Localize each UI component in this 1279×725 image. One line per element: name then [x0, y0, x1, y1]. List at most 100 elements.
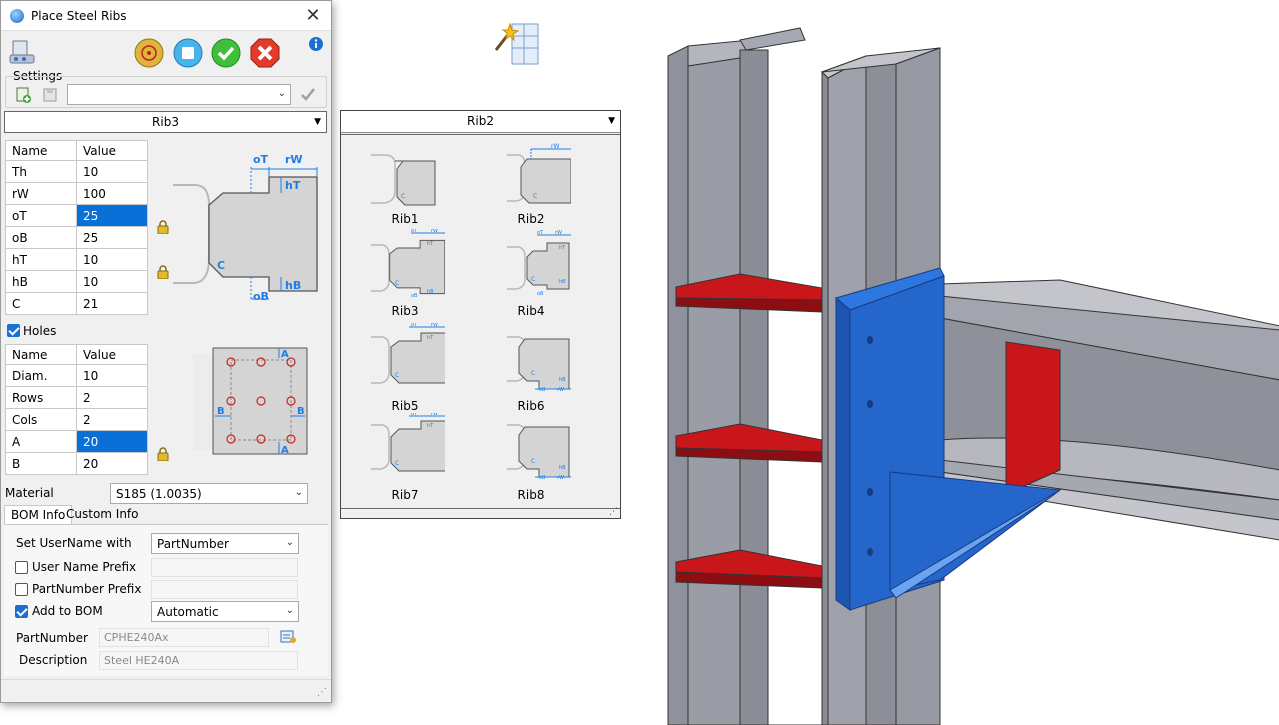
set-username-select[interactable]: PartNumber ⌄: [151, 533, 299, 554]
material-select[interactable]: S185 (1.0035) ⌄: [110, 483, 308, 504]
svg-text:rW: rW: [555, 230, 562, 236]
value-cell-selected[interactable]: 25: [76, 204, 148, 227]
svg-text:C: C: [531, 370, 535, 377]
add-to-bom-checkbox[interactable]: [15, 605, 28, 618]
svg-text:oT: oT: [411, 413, 418, 417]
resize-grip-icon[interactable]: ⋰: [317, 687, 327, 698]
tab-custom-info[interactable]: Custom Info: [60, 505, 145, 525]
value-cell[interactable]: 21: [76, 292, 148, 315]
holes-checkbox[interactable]: [7, 324, 20, 337]
col-header-value: Value: [76, 140, 148, 161]
description-input[interactable]: Steel HE240A: [99, 651, 298, 670]
svg-text:oB: oB: [253, 290, 269, 303]
rib4-thumbnail[interactable]: oT rW hT hB oB C: [491, 229, 571, 299]
user-name-prefix-label: User Name Prefix: [32, 560, 137, 574]
value-cell[interactable]: 10: [76, 160, 148, 183]
check-icon[interactable]: [299, 85, 317, 103]
rib5-thumbnail[interactable]: oT rW hT C: [365, 323, 445, 393]
add-to-bom-label: Add to BOM: [32, 604, 103, 618]
svg-text:oT: oT: [537, 230, 544, 236]
value-cell[interactable]: 10: [76, 364, 148, 387]
place-steel-ribs-dialog: Place Steel Ribs ✕ Settings ⌄ Rib3 ▼ Nam…: [0, 0, 332, 703]
rib8-thumbnail[interactable]: hB oB rW C: [491, 413, 571, 483]
svg-text:oT: oT: [411, 323, 418, 328]
table-row[interactable]: Rows 2: [5, 386, 148, 409]
pick-point-icon[interactable]: [133, 37, 165, 69]
table-row[interactable]: hT 10: [5, 248, 148, 271]
value-cell[interactable]: 25: [76, 226, 148, 249]
value-cell[interactable]: 100: [76, 182, 148, 205]
apply-icon[interactable]: [172, 37, 204, 69]
partnumber-input[interactable]: CPHE240Ax: [99, 628, 269, 647]
settings-combo[interactable]: ⌄: [67, 84, 291, 105]
table-row[interactable]: B 20: [5, 452, 148, 475]
close-icon[interactable]: ✕: [303, 5, 323, 26]
add-to-bom-select[interactable]: Automatic ⌄: [151, 601, 299, 622]
table-row[interactable]: Th 10: [5, 160, 148, 183]
lock-icon[interactable]: [157, 265, 169, 279]
partnumber-prefix-input[interactable]: [151, 580, 298, 599]
chevron-down-icon: ⌄: [277, 88, 286, 99]
rib5-label[interactable]: Rib5: [365, 399, 445, 413]
table-row[interactable]: hB 10: [5, 270, 148, 293]
table-row[interactable]: A 20: [5, 430, 148, 453]
svg-text:hB: hB: [559, 279, 566, 285]
rib4-label[interactable]: Rib4: [491, 304, 571, 318]
rib-type-palette: Rib2 ▼ C Rib1 rW C Rib2 oT rW hT hB oB C …: [340, 110, 621, 519]
rib1-label[interactable]: Rib1: [365, 212, 445, 226]
table-row[interactable]: Diam. 10: [5, 364, 148, 387]
rib3-thumbnail[interactable]: oT rW hT hB oB C: [365, 229, 445, 299]
rib1-thumbnail[interactable]: C: [365, 147, 445, 217]
library-icon[interactable]: [7, 37, 37, 67]
lock-icon[interactable]: [157, 220, 169, 234]
table-row[interactable]: rW 100: [5, 182, 148, 205]
rib6-label[interactable]: Rib6: [491, 399, 571, 413]
resize-grip-icon[interactable]: ⋰: [609, 507, 618, 517]
svg-text:A: A: [281, 349, 289, 360]
user-name-prefix-input[interactable]: [151, 558, 298, 577]
svg-text:C: C: [217, 259, 225, 272]
value-cell[interactable]: 20: [76, 452, 148, 475]
rib2-thumbnail[interactable]: rW C: [491, 141, 571, 211]
lock-icon[interactable]: [157, 447, 169, 461]
rib8-label[interactable]: Rib8: [491, 488, 571, 502]
svg-text:rW: rW: [431, 413, 438, 417]
table-row[interactable]: oB 25: [5, 226, 148, 249]
value-cell[interactable]: 2: [76, 408, 148, 431]
table-row[interactable]: oT 25: [5, 204, 148, 227]
3d-model-viewport[interactable]: [640, 0, 1279, 725]
partnumber-label: PartNumber: [16, 631, 88, 645]
rib2-label[interactable]: Rib2: [491, 212, 571, 226]
ok-icon[interactable]: [210, 37, 242, 69]
svg-text:oT: oT: [253, 153, 269, 166]
edit-properties-icon[interactable]: [280, 629, 298, 645]
palette-rib-select[interactable]: Rib2 ▼: [341, 111, 620, 133]
partnumber-prefix-checkbox[interactable]: [15, 583, 28, 596]
rib6-thumbnail[interactable]: hB oB rW C: [491, 323, 571, 393]
svg-text:B: B: [297, 406, 305, 417]
rib3-label[interactable]: Rib3: [365, 304, 445, 318]
table-row[interactable]: Cols 2: [5, 408, 148, 431]
rib7-thumbnail[interactable]: oT rW hT C: [365, 413, 445, 483]
svg-text:C: C: [533, 193, 537, 200]
description-label: Description: [19, 653, 88, 667]
info-icon[interactable]: [308, 36, 324, 52]
cancel-icon[interactable]: [249, 37, 281, 69]
rib-type-select[interactable]: Rib3 ▼: [4, 111, 327, 133]
user-name-prefix-checkbox[interactable]: [15, 561, 28, 574]
col-header-name: Name: [5, 140, 77, 161]
rib-params-table: Name Value Th 10 rW 100 oT 25 oB 25 hT 10 hB 10…: [5, 140, 148, 315]
chevron-down-icon: ⌄: [294, 487, 303, 498]
rib7-label[interactable]: Rib7: [365, 488, 445, 502]
magic-wand-icon[interactable]: [494, 20, 544, 70]
value-cell[interactable]: 10: [76, 248, 148, 271]
save-setting-icon[interactable]: [41, 86, 59, 104]
svg-text:hB: hB: [285, 279, 301, 292]
value-cell-selected[interactable]: 20: [76, 430, 148, 453]
table-row[interactable]: C 21: [5, 292, 148, 315]
svg-text:hT: hT: [559, 245, 566, 251]
value-cell[interactable]: 10: [76, 270, 148, 293]
add-setting-icon[interactable]: [14, 86, 32, 104]
value-cell[interactable]: 2: [76, 386, 148, 409]
svg-text:hB: hB: [427, 289, 434, 295]
